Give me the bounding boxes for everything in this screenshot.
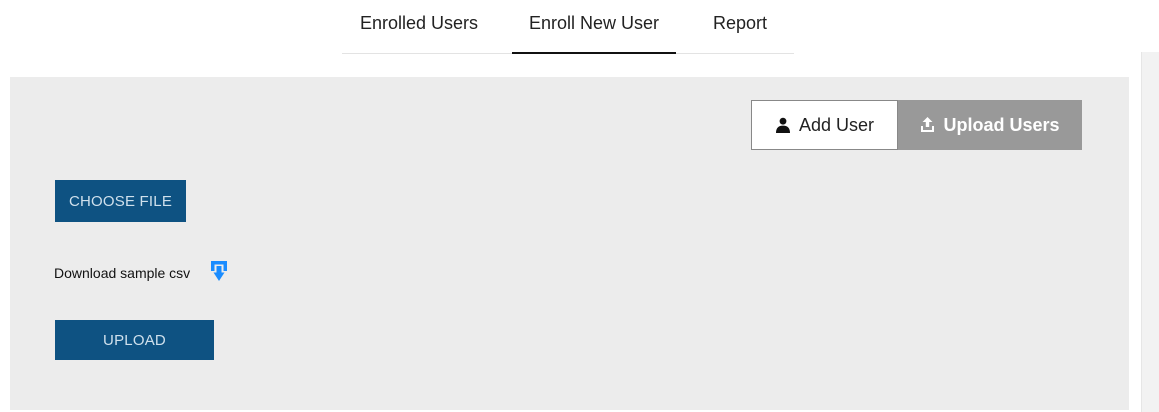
tab-enrolled-users[interactable]: Enrolled Users — [360, 0, 478, 54]
page: Enrolled Users Enroll New User Report Ad… — [0, 0, 1159, 412]
add-user-button[interactable]: Add User — [751, 100, 898, 150]
user-icon — [775, 117, 791, 133]
upload-users-panel: Add User Upload Users CHOOSE FILE Downlo… — [10, 77, 1129, 410]
add-user-label: Add User — [798, 114, 875, 135]
tab-report[interactable]: Report — [713, 0, 767, 54]
upload-icon — [920, 117, 935, 133]
vertical-scrollbar[interactable] — [1141, 52, 1159, 412]
download-sample-label: Download sample csv — [54, 264, 191, 281]
tab-enroll-new-user[interactable]: Enroll New User — [512, 0, 677, 54]
upload-users-button[interactable]: Upload Users — [898, 100, 1082, 150]
tab-bar: Enrolled Users Enroll New User Report — [342, 0, 794, 54]
upload-button[interactable]: UPLOAD — [55, 320, 214, 360]
download-icon[interactable] — [210, 260, 228, 285]
add-upload-toggle: Add User Upload Users — [751, 100, 1082, 150]
choose-file-button[interactable]: CHOOSE FILE — [55, 180, 186, 222]
download-sample-row: Download sample csv — [54, 260, 228, 285]
upload-users-label: Upload Users — [943, 114, 1060, 135]
